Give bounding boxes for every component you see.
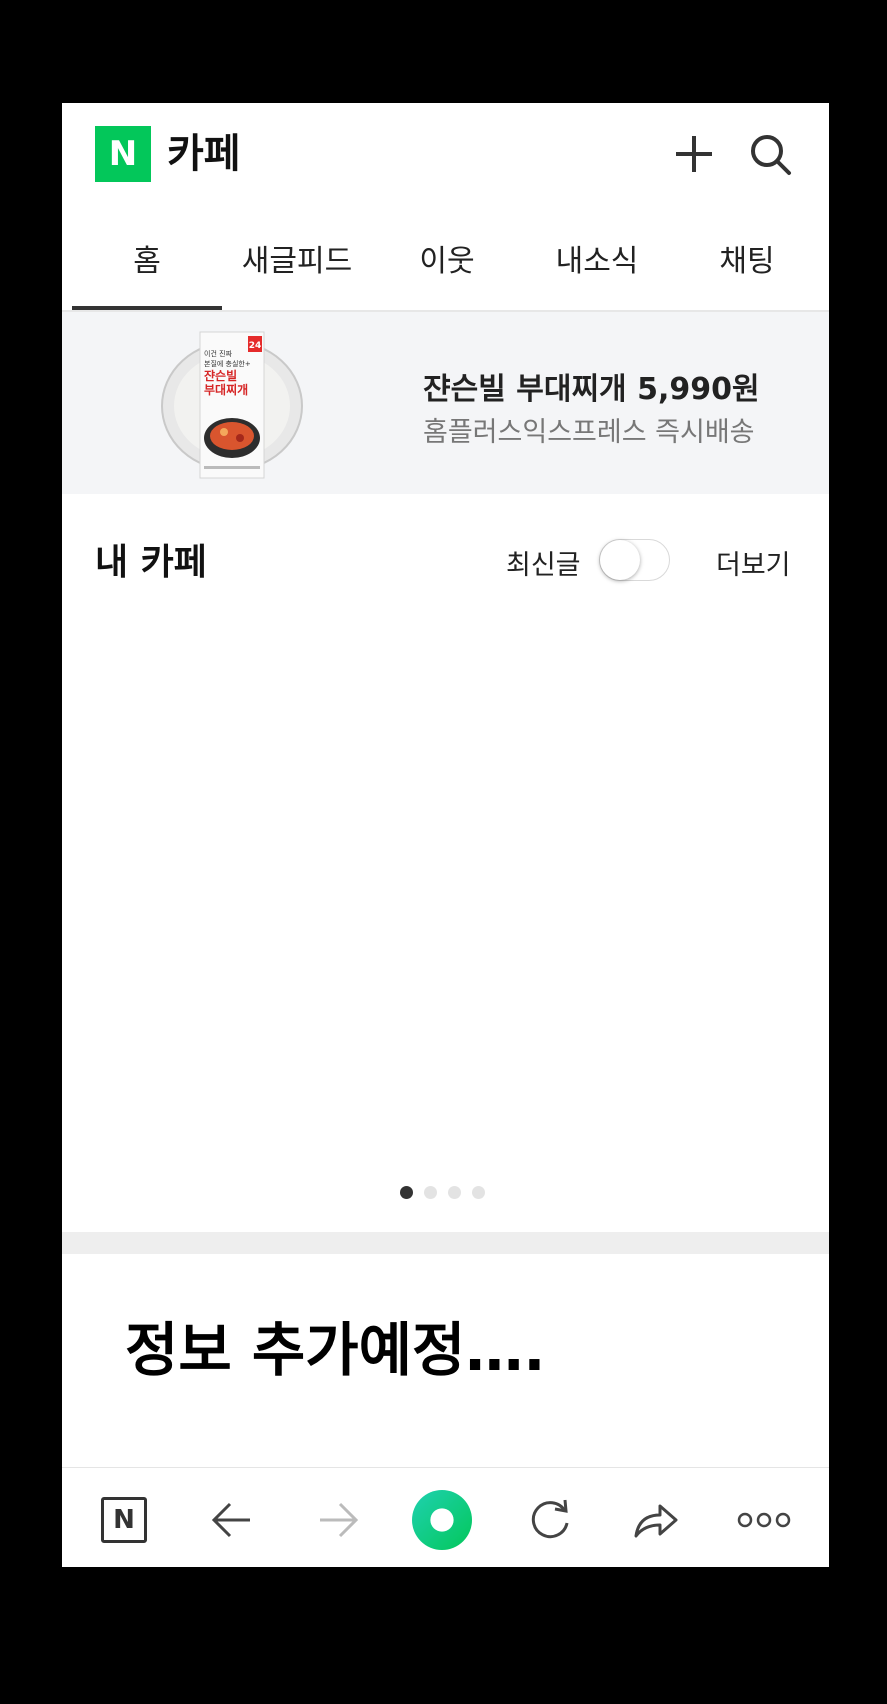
banner-subtitle: 홈플러스익스프레스 즉시배송 [423, 417, 755, 448]
back-arrow-icon [211, 1502, 250, 1538]
back-button[interactable] [202, 1490, 262, 1550]
tab-home[interactable]: 홈 [72, 206, 222, 310]
banner-title: 쟌슨빌 부대찌개 5,990원 [423, 372, 760, 407]
more-link[interactable]: 더보기 [716, 543, 791, 582]
product-line-1: 이건 진짜 [204, 349, 233, 358]
product-badge: 24 [249, 341, 262, 351]
search-button[interactable] [745, 129, 795, 179]
page-dot[interactable] [472, 1186, 485, 1199]
product-image: 24 이건 진짜 본질에 충실한+ 쟌슨빌 부대찌개 [161, 331, 303, 479]
product-line-3: 쟌슨빌 [204, 368, 237, 383]
tab-neighbors[interactable]: 이웃 [372, 206, 522, 310]
refresh-button[interactable] [520, 1490, 580, 1550]
device-frame: N 카페 홈 새글피드 이웃 내소식 채팅 24 이건 진짜 본질에 충실한+ … [0, 0, 887, 1704]
share-icon [634, 1504, 678, 1538]
naver-home-letter: N [113, 1505, 135, 1535]
tab-my-news[interactable]: 내소식 [522, 206, 672, 310]
page-dot[interactable] [424, 1186, 437, 1199]
plus-icon [676, 136, 712, 172]
naver-home-button[interactable]: N [94, 1490, 154, 1550]
naver-home-icon: N [101, 1497, 147, 1543]
product-line-2: 본질에 충실한+ [204, 359, 251, 368]
app-title: 카페 [167, 131, 241, 177]
tab-new-feed[interactable]: 새글피드 [222, 206, 372, 310]
page-indicator [400, 1186, 485, 1199]
search-icon [751, 135, 791, 175]
share-button[interactable] [626, 1490, 686, 1550]
page-dot[interactable] [400, 1186, 413, 1199]
section-divider [62, 1232, 829, 1254]
ad-banner[interactable]: 24 이건 진짜 본질에 충실한+ 쟌슨빌 부대찌개 쟌슨빌 부대찌개 5,99… [62, 312, 829, 494]
tab-chat[interactable]: 채팅 [672, 206, 822, 310]
refresh-icon [531, 1499, 569, 1539]
app-screen: N 카페 홈 새글피드 이웃 내소식 채팅 24 이건 진짜 본질에 충실한+ … [62, 103, 829, 1567]
info-placeholder-text: 정보 추가예정…. [125, 1316, 546, 1384]
latest-posts-label: 최신글 [506, 550, 581, 581]
my-cafe-title: 내 카페 [95, 542, 207, 583]
more-button[interactable] [734, 1490, 794, 1550]
tab-bar: 홈 새글피드 이웃 내소식 채팅 [62, 206, 829, 310]
naver-logo[interactable]: N [95, 126, 151, 182]
toggle-knob [600, 540, 640, 580]
green-dot-icon [412, 1490, 472, 1550]
add-button[interactable] [669, 129, 719, 179]
page-dot[interactable] [448, 1186, 461, 1199]
app-header: N 카페 [62, 103, 829, 206]
latest-posts-toggle[interactable] [599, 539, 670, 581]
more-icon [737, 1512, 791, 1528]
product-line-4: 부대찌개 [204, 382, 248, 397]
browser-bottom-bar: N [62, 1467, 829, 1567]
forward-arrow-icon [320, 1502, 359, 1538]
green-dot-button[interactable] [412, 1490, 472, 1550]
forward-button[interactable] [308, 1490, 368, 1550]
